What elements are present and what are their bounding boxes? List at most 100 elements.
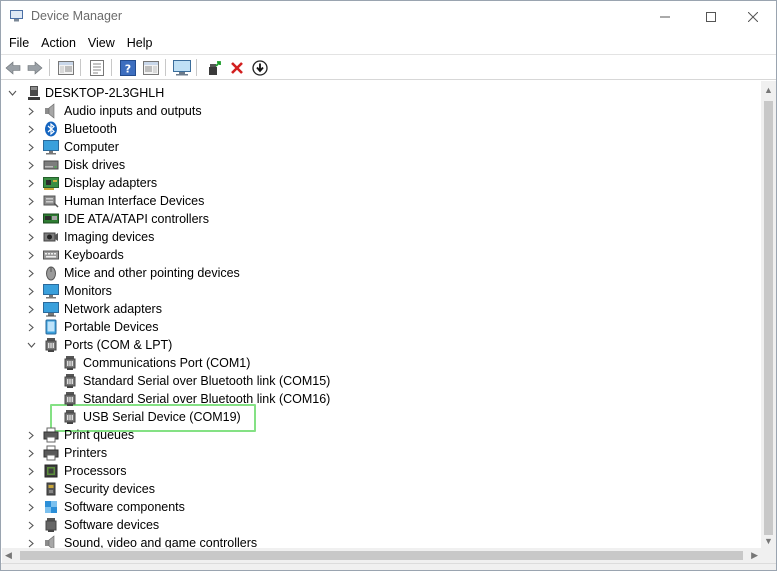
printer-icon bbox=[43, 445, 59, 461]
scroll-up-arrow-icon[interactable]: ▲ bbox=[764, 85, 773, 95]
toolbar-separator bbox=[111, 59, 112, 76]
chevron-right-icon[interactable] bbox=[26, 178, 36, 188]
chevron-right-icon[interactable] bbox=[26, 304, 36, 314]
help-icon[interactable]: ? bbox=[118, 58, 138, 78]
tree-item-label: IDE ATA/ATAPI controllers bbox=[64, 212, 209, 226]
show-hide-console-tree-icon[interactable] bbox=[56, 58, 76, 78]
chevron-down-icon[interactable] bbox=[7, 88, 17, 98]
tree-item-label: Imaging devices bbox=[64, 230, 155, 244]
tree-category-software-components[interactable]: Software components bbox=[2, 498, 742, 516]
chevron-right-icon[interactable] bbox=[26, 232, 36, 242]
tree-item-label: Ports (COM & LPT) bbox=[64, 338, 173, 352]
chevron-right-icon[interactable] bbox=[26, 250, 36, 260]
tree-category-print-queues[interactable]: Print queues bbox=[2, 426, 742, 444]
tree-device-standard-serial-over-bluetooth-link-com15[interactable]: Standard Serial over Bluetooth link (COM… bbox=[2, 372, 742, 390]
horizontal-scroll-thumb[interactable] bbox=[20, 551, 743, 560]
processor-icon bbox=[43, 463, 59, 479]
portable-device-icon bbox=[43, 319, 59, 335]
action-pane-icon[interactable] bbox=[141, 58, 161, 78]
tree-item-label: Human Interface Devices bbox=[64, 194, 205, 208]
tree-item-label: Keyboards bbox=[64, 248, 124, 262]
chevron-right-icon[interactable] bbox=[26, 448, 36, 458]
uninstall-device-icon[interactable] bbox=[227, 58, 247, 78]
toolbar-separator bbox=[165, 59, 166, 76]
tree-category-processors[interactable]: Processors bbox=[2, 462, 742, 480]
tree-category-sound-video-and-game-controllers[interactable]: Sound, video and game controllers bbox=[2, 534, 742, 548]
back-arrow-icon[interactable] bbox=[3, 58, 23, 78]
menu-action[interactable]: Action bbox=[35, 33, 82, 53]
disable-device-icon[interactable] bbox=[250, 58, 270, 78]
tree-category-imaging-devices[interactable]: Imaging devices bbox=[2, 228, 742, 246]
device-tree[interactable]: DESKTOP-2L3GHLH Audio inputs and outputs B… bbox=[2, 81, 761, 548]
chevron-right-icon[interactable] bbox=[26, 538, 36, 548]
keyboard-icon bbox=[43, 247, 59, 263]
port-icon bbox=[43, 337, 59, 353]
tree-category-ports-com-lpt[interactable]: Ports (COM & LPT) bbox=[2, 336, 742, 354]
close-button[interactable] bbox=[730, 1, 776, 32]
chevron-right-icon[interactable] bbox=[26, 142, 36, 152]
bluetooth-icon bbox=[43, 121, 59, 137]
minimize-button[interactable] bbox=[642, 1, 688, 32]
forward-arrow-icon[interactable] bbox=[25, 58, 45, 78]
chevron-right-icon[interactable] bbox=[26, 106, 36, 116]
tree-item-label: Security devices bbox=[64, 482, 156, 496]
tree-device-usb-serial-device-com19[interactable]: USB Serial Device (COM19) bbox=[2, 408, 742, 426]
tree-item-label: Audio inputs and outputs bbox=[64, 104, 202, 118]
tree-category-audio-inputs-and-outputs[interactable]: Audio inputs and outputs bbox=[2, 102, 742, 120]
chevron-right-icon[interactable] bbox=[26, 286, 36, 296]
tree-category-portable-devices[interactable]: Portable Devices bbox=[2, 318, 742, 336]
chevron-right-icon[interactable] bbox=[26, 196, 36, 206]
toolbar: ? bbox=[1, 54, 776, 80]
tree-category-keyboards[interactable]: Keyboards bbox=[2, 246, 742, 264]
tree-item-label: DESKTOP-2L3GHLH bbox=[45, 86, 165, 100]
properties-icon[interactable] bbox=[87, 58, 107, 78]
tree-device-standard-serial-over-bluetooth-link-com16[interactable]: Standard Serial over Bluetooth link (COM… bbox=[2, 390, 742, 408]
chevron-right-icon[interactable] bbox=[26, 322, 36, 332]
tree-category-human-interface-devices[interactable]: Human Interface Devices bbox=[2, 192, 742, 210]
scroll-down-arrow-icon[interactable]: ▼ bbox=[764, 536, 773, 546]
chevron-right-icon[interactable] bbox=[26, 466, 36, 476]
tree-category-disk-drives[interactable]: Disk drives bbox=[2, 156, 742, 174]
tree-item-label: Monitors bbox=[64, 284, 112, 298]
chevron-right-icon[interactable] bbox=[26, 484, 36, 494]
menu-file[interactable]: File bbox=[3, 33, 35, 53]
chevron-right-icon[interactable] bbox=[26, 502, 36, 512]
tree-root[interactable]: DESKTOP-2L3GHLH bbox=[2, 84, 742, 102]
maximize-button[interactable] bbox=[688, 1, 734, 32]
tree-item-label: Communications Port (COM1) bbox=[83, 356, 251, 370]
chevron-right-icon[interactable] bbox=[26, 160, 36, 170]
menu-help[interactable]: Help bbox=[121, 33, 159, 53]
tree-category-security-devices[interactable]: Security devices bbox=[2, 480, 742, 498]
chevron-right-icon[interactable] bbox=[26, 214, 36, 224]
security-device-icon bbox=[43, 481, 59, 497]
menu-view[interactable]: View bbox=[82, 33, 121, 53]
tree-category-mice-and-other-pointing-devices[interactable]: Mice and other pointing devices bbox=[2, 264, 742, 282]
tree-category-software-devices[interactable]: Software devices bbox=[2, 516, 742, 534]
computer-monitor-icon[interactable] bbox=[172, 58, 192, 78]
horizontal-scrollbar[interactable]: ◀ ▶ bbox=[2, 548, 761, 563]
chevron-right-icon[interactable] bbox=[26, 430, 36, 440]
scroll-left-arrow-icon[interactable]: ◀ bbox=[5, 550, 12, 561]
scroll-right-arrow-icon[interactable]: ▶ bbox=[751, 550, 758, 561]
title-bar: Device Manager bbox=[1, 1, 776, 32]
tree-category-bluetooth[interactable]: Bluetooth bbox=[2, 120, 742, 138]
tree-category-ide-ata-atapi-controllers[interactable]: IDE ATA/ATAPI controllers bbox=[2, 210, 742, 228]
chevron-down-icon[interactable] bbox=[26, 340, 36, 350]
chevron-right-icon[interactable] bbox=[26, 124, 36, 134]
tree-item-label: Printers bbox=[64, 446, 108, 460]
tree-category-monitors[interactable]: Monitors bbox=[2, 282, 742, 300]
tree-device-communications-port-com1[interactable]: Communications Port (COM1) bbox=[2, 354, 742, 372]
chevron-right-icon[interactable] bbox=[26, 268, 36, 278]
update-driver-icon[interactable] bbox=[204, 58, 224, 78]
tree-category-computer[interactable]: Computer bbox=[2, 138, 742, 156]
software-device-icon bbox=[43, 517, 59, 533]
tree-category-display-adapters[interactable]: Display adapters bbox=[2, 174, 742, 192]
vertical-scroll-thumb[interactable] bbox=[764, 101, 773, 535]
computer-icon bbox=[43, 139, 59, 155]
tree-item-label: Network adapters bbox=[64, 302, 162, 316]
tree-category-printers[interactable]: Printers bbox=[2, 444, 742, 462]
chevron-right-icon[interactable] bbox=[26, 520, 36, 530]
tree-item-label: Processors bbox=[64, 464, 127, 478]
tree-category-network-adapters[interactable]: Network adapters bbox=[2, 300, 742, 318]
vertical-scrollbar[interactable]: ▲ ▼ bbox=[761, 81, 776, 548]
